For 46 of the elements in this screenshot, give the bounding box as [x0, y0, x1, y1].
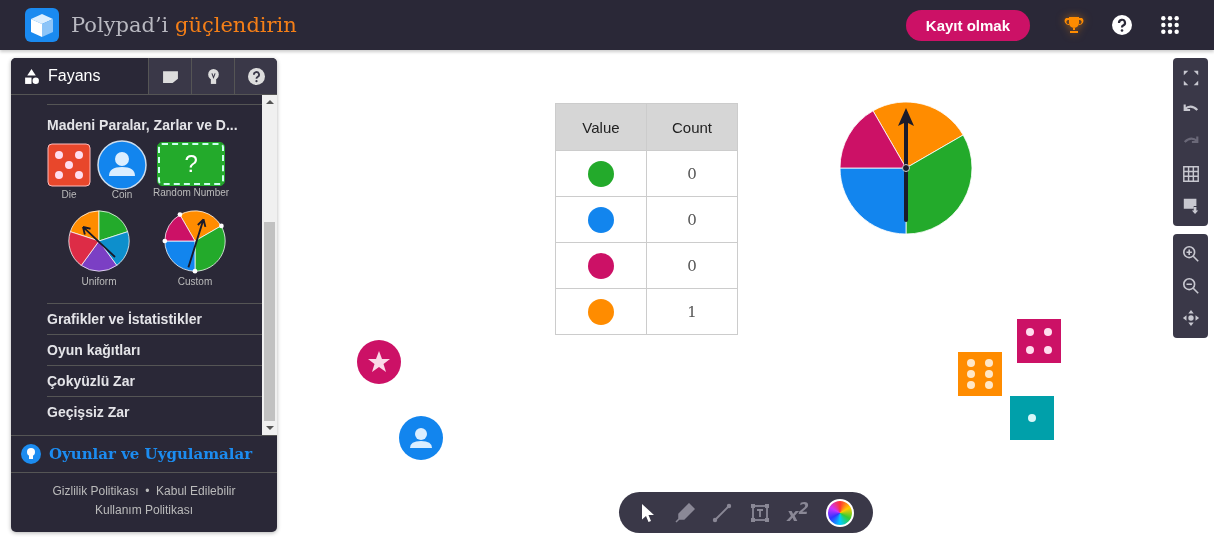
app-title: Polypad’i güçlendirin	[71, 13, 297, 37]
scrollbar[interactable]	[262, 95, 277, 435]
text-tool-icon[interactable]	[749, 502, 770, 523]
die-drawing[interactable]	[1010, 396, 1054, 440]
help-icon	[247, 67, 265, 85]
footer-links[interactable]: Gizlilik Politikası • Kabul Edilebilir Kullanım Politikası	[33, 482, 255, 520]
count-cell: 0	[646, 242, 738, 289]
lightbulb-icon	[21, 444, 41, 464]
count-cell: 0	[646, 196, 738, 243]
spinner-drawing[interactable]	[838, 100, 974, 236]
color-wheel-icon[interactable]	[826, 498, 855, 527]
fullscreen-icon[interactable]	[1181, 69, 1200, 87]
sidebar-tab[interactable]	[234, 58, 277, 94]
cube-logo-icon[interactable]	[25, 8, 59, 42]
zoom-out-icon[interactable]	[1181, 277, 1200, 295]
export-icon[interactable]	[1181, 197, 1200, 215]
grid-icon[interactable]	[1181, 165, 1200, 183]
spinner-icon[interactable]	[66, 208, 132, 274]
games-link[interactable]: Oyunlar ve Uygulamalar	[49, 445, 253, 463]
trophy-icon[interactable]	[1064, 15, 1084, 35]
tile-label: Die	[61, 189, 77, 200]
coin-drawing[interactable]	[399, 416, 443, 460]
spinner-icon[interactable]	[162, 208, 228, 274]
shapes-icon	[23, 67, 40, 85]
tile-label: Coin	[111, 189, 133, 200]
column-header: Count	[646, 103, 738, 151]
signup-button[interactable]: Kayıt olmak	[905, 9, 1030, 41]
die-icon[interactable]	[47, 143, 91, 187]
count-cell: 1	[646, 288, 738, 335]
help-icon[interactable]	[1112, 15, 1132, 35]
coin-icon[interactable]	[97, 140, 147, 190]
die-drawing[interactable]	[1017, 319, 1061, 363]
count-cell: 0	[646, 150, 738, 197]
sidebar-tab[interactable]	[191, 58, 234, 94]
tile-label: Random Number	[153, 187, 230, 198]
sidebar-tab[interactable]: Fayans	[11, 58, 148, 94]
pen-tool-icon[interactable]	[674, 502, 695, 523]
tile-label: Custom	[177, 276, 213, 287]
column-header: Value	[555, 103, 647, 151]
pan-icon[interactable]	[1181, 309, 1200, 327]
tile-label: Uniform	[81, 276, 117, 287]
zoom-in-icon[interactable]	[1181, 245, 1200, 263]
star-coin-drawing[interactable]	[357, 340, 401, 384]
sidebar-tab[interactable]	[148, 58, 191, 94]
line-tool-icon[interactable]	[712, 502, 733, 523]
apps-grid-icon[interactable]	[1160, 15, 1180, 35]
